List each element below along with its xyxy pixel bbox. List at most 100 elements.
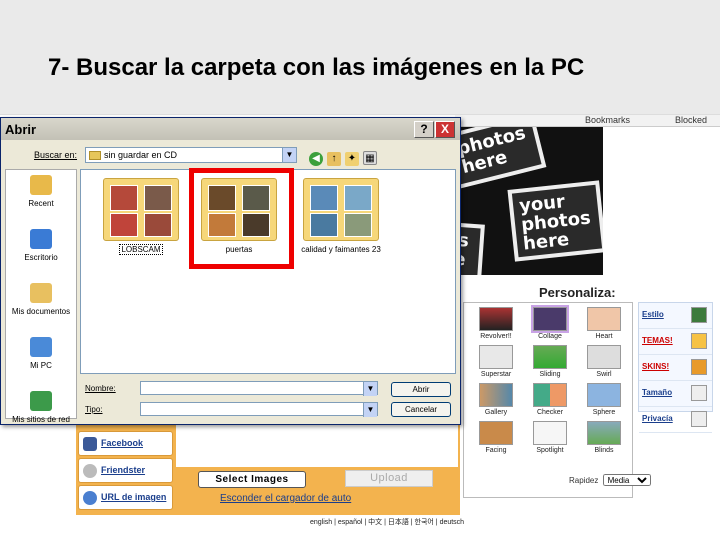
style-label: Collage — [538, 333, 562, 340]
facebook-link[interactable]: Facebook — [78, 431, 173, 456]
option-label: TEMAS! — [642, 336, 673, 345]
collage-preview: photos here your photos here os re — [455, 127, 603, 275]
style-grid: Revolver!! Collage Heart Superstar Slidi… — [463, 302, 633, 498]
help-button[interactable]: ? — [414, 121, 434, 138]
close-button[interactable]: X — [435, 121, 455, 138]
blocked-indicator[interactable]: Blocked — [675, 115, 707, 125]
style-option[interactable]: Swirl — [578, 345, 630, 383]
style-option[interactable]: Collage — [524, 305, 576, 345]
slide-title-bar: 7- Buscar la carpeta con las imágenes en… — [0, 0, 720, 115]
place-recent[interactable]: Recent — [6, 170, 76, 224]
select-images-button[interactable]: Select Images — [198, 471, 306, 488]
style-thumb — [533, 421, 567, 445]
style-label: Blinds — [594, 447, 614, 454]
style-option[interactable]: Sphere — [578, 383, 630, 421]
open-button[interactable]: Abrir — [391, 382, 451, 397]
style-option[interactable]: Facing — [470, 421, 522, 459]
dialog-title: Abrir — [5, 122, 37, 137]
style-thumb — [587, 383, 621, 407]
style-label: Revolver!! — [480, 333, 512, 340]
chevron-down-icon[interactable]: ▼ — [282, 148, 296, 162]
look-in-select[interactable]: sin guardar en CD ▼ — [85, 147, 297, 163]
skins-icon — [691, 359, 707, 375]
chevron-down-icon[interactable]: ▼ — [363, 403, 377, 417]
filetype-select[interactable]: ▼ — [140, 402, 378, 417]
style-option[interactable]: Spotlight — [524, 421, 576, 459]
place-my-computer[interactable]: Mi PC — [6, 332, 76, 386]
filetype-label: Tipo: — [85, 405, 103, 414]
folder-item[interactable]: LOBSCAM — [95, 178, 187, 255]
style-thumb — [479, 421, 513, 445]
style-option[interactable]: Heart — [578, 307, 630, 345]
speed-control: Rapidez Media — [569, 474, 651, 486]
place-desktop[interactable]: Escritorio — [6, 224, 76, 278]
style-label: Spotlight — [536, 447, 564, 454]
up-folder-icon[interactable]: ↑ — [327, 152, 341, 166]
option-privacia[interactable]: Privacía — [639, 407, 712, 433]
speed-select[interactable]: Media — [602, 474, 651, 486]
my-computer-icon — [30, 337, 52, 357]
chevron-down-icon[interactable]: ▼ — [363, 382, 377, 396]
place-network[interactable]: Mis sitios de red — [6, 386, 76, 440]
style-label: Superstar — [480, 371, 512, 378]
option-skins[interactable]: SKINS! — [639, 355, 712, 381]
facebook-icon — [83, 437, 97, 451]
style-label: Checker — [536, 409, 564, 416]
folder-item-puertas[interactable]: puertas — [193, 178, 285, 255]
style-thumb — [587, 307, 621, 331]
personaliza-title: Personaliza: — [539, 285, 616, 300]
style-thumb — [479, 345, 513, 369]
look-in-value: sin guardar en CD — [104, 150, 178, 160]
folder-item[interactable]: calidad y faimantes 23 — [295, 178, 387, 255]
place-label: Recent — [28, 199, 54, 208]
personaliza-panel: Personaliza: Revolver!! Collage Heart Su… — [463, 285, 713, 515]
option-estilo[interactable]: Estilo — [639, 303, 712, 329]
option-temas[interactable]: TEMAS! — [639, 329, 712, 355]
speed-label: Rapidez — [569, 476, 599, 485]
place-label: Mis documentos — [11, 307, 71, 316]
style-thumb — [533, 383, 567, 407]
style-option[interactable]: Superstar — [470, 345, 522, 383]
place-my-documents[interactable]: Mis documentos — [6, 278, 76, 332]
style-label: Sliding — [539, 371, 561, 378]
image-url-link-label: URL de imagen — [101, 492, 167, 502]
facebook-link-label: Facebook — [101, 438, 144, 448]
folder-icon — [303, 178, 379, 241]
new-folder-icon[interactable]: ✦ — [345, 152, 359, 166]
view-menu-icon[interactable]: ▦ — [363, 151, 377, 165]
place-label: Mi PC — [30, 361, 52, 370]
friendster-icon — [83, 464, 97, 478]
style-thumb — [531, 305, 569, 333]
place-label: Mis sitios de red — [12, 415, 70, 424]
style-option[interactable]: Sliding — [524, 345, 576, 383]
recent-folder-icon — [30, 175, 52, 195]
upload-button[interactable]: Upload — [345, 470, 433, 487]
style-label: Sphere — [592, 409, 616, 416]
folder-icon — [103, 178, 179, 241]
style-thumb — [533, 345, 567, 369]
folder-name: calidad y faimantes 23 — [301, 245, 381, 254]
back-icon[interactable]: ◀ — [309, 152, 323, 166]
style-label: Heart — [595, 333, 613, 340]
hide-loader-link[interactable]: Esconder el cargador de auto — [220, 493, 351, 504]
filename-input[interactable]: ▼ — [140, 381, 378, 396]
language-links[interactable]: english | español | 中文 | 日本語 | 한국어 | deu… — [310, 517, 464, 527]
option-label: Estilo — [642, 310, 664, 319]
cancel-button[interactable]: Cancelar — [391, 402, 451, 417]
star-icon — [691, 333, 707, 349]
image-url-link[interactable]: URL de imagen — [78, 485, 173, 510]
bookmarks-menu[interactable]: Bookmarks — [585, 115, 630, 125]
style-icon — [691, 307, 707, 323]
desktop-icon — [30, 229, 52, 249]
style-option[interactable]: Checker — [524, 383, 576, 421]
option-tamano[interactable]: Tamaño — [639, 381, 712, 407]
style-thumb — [479, 383, 513, 407]
style-thumb — [587, 345, 621, 369]
style-option[interactable]: Gallery — [470, 383, 522, 421]
browser-toolbar: Bookmarks Blocked — [455, 115, 720, 127]
gear-icon — [691, 411, 707, 427]
style-option[interactable]: Blinds — [578, 421, 630, 459]
friendster-link[interactable]: Friendster — [78, 458, 173, 483]
style-option[interactable]: Revolver!! — [470, 307, 522, 345]
dialog-title-bar: Abrir — [1, 118, 460, 140]
